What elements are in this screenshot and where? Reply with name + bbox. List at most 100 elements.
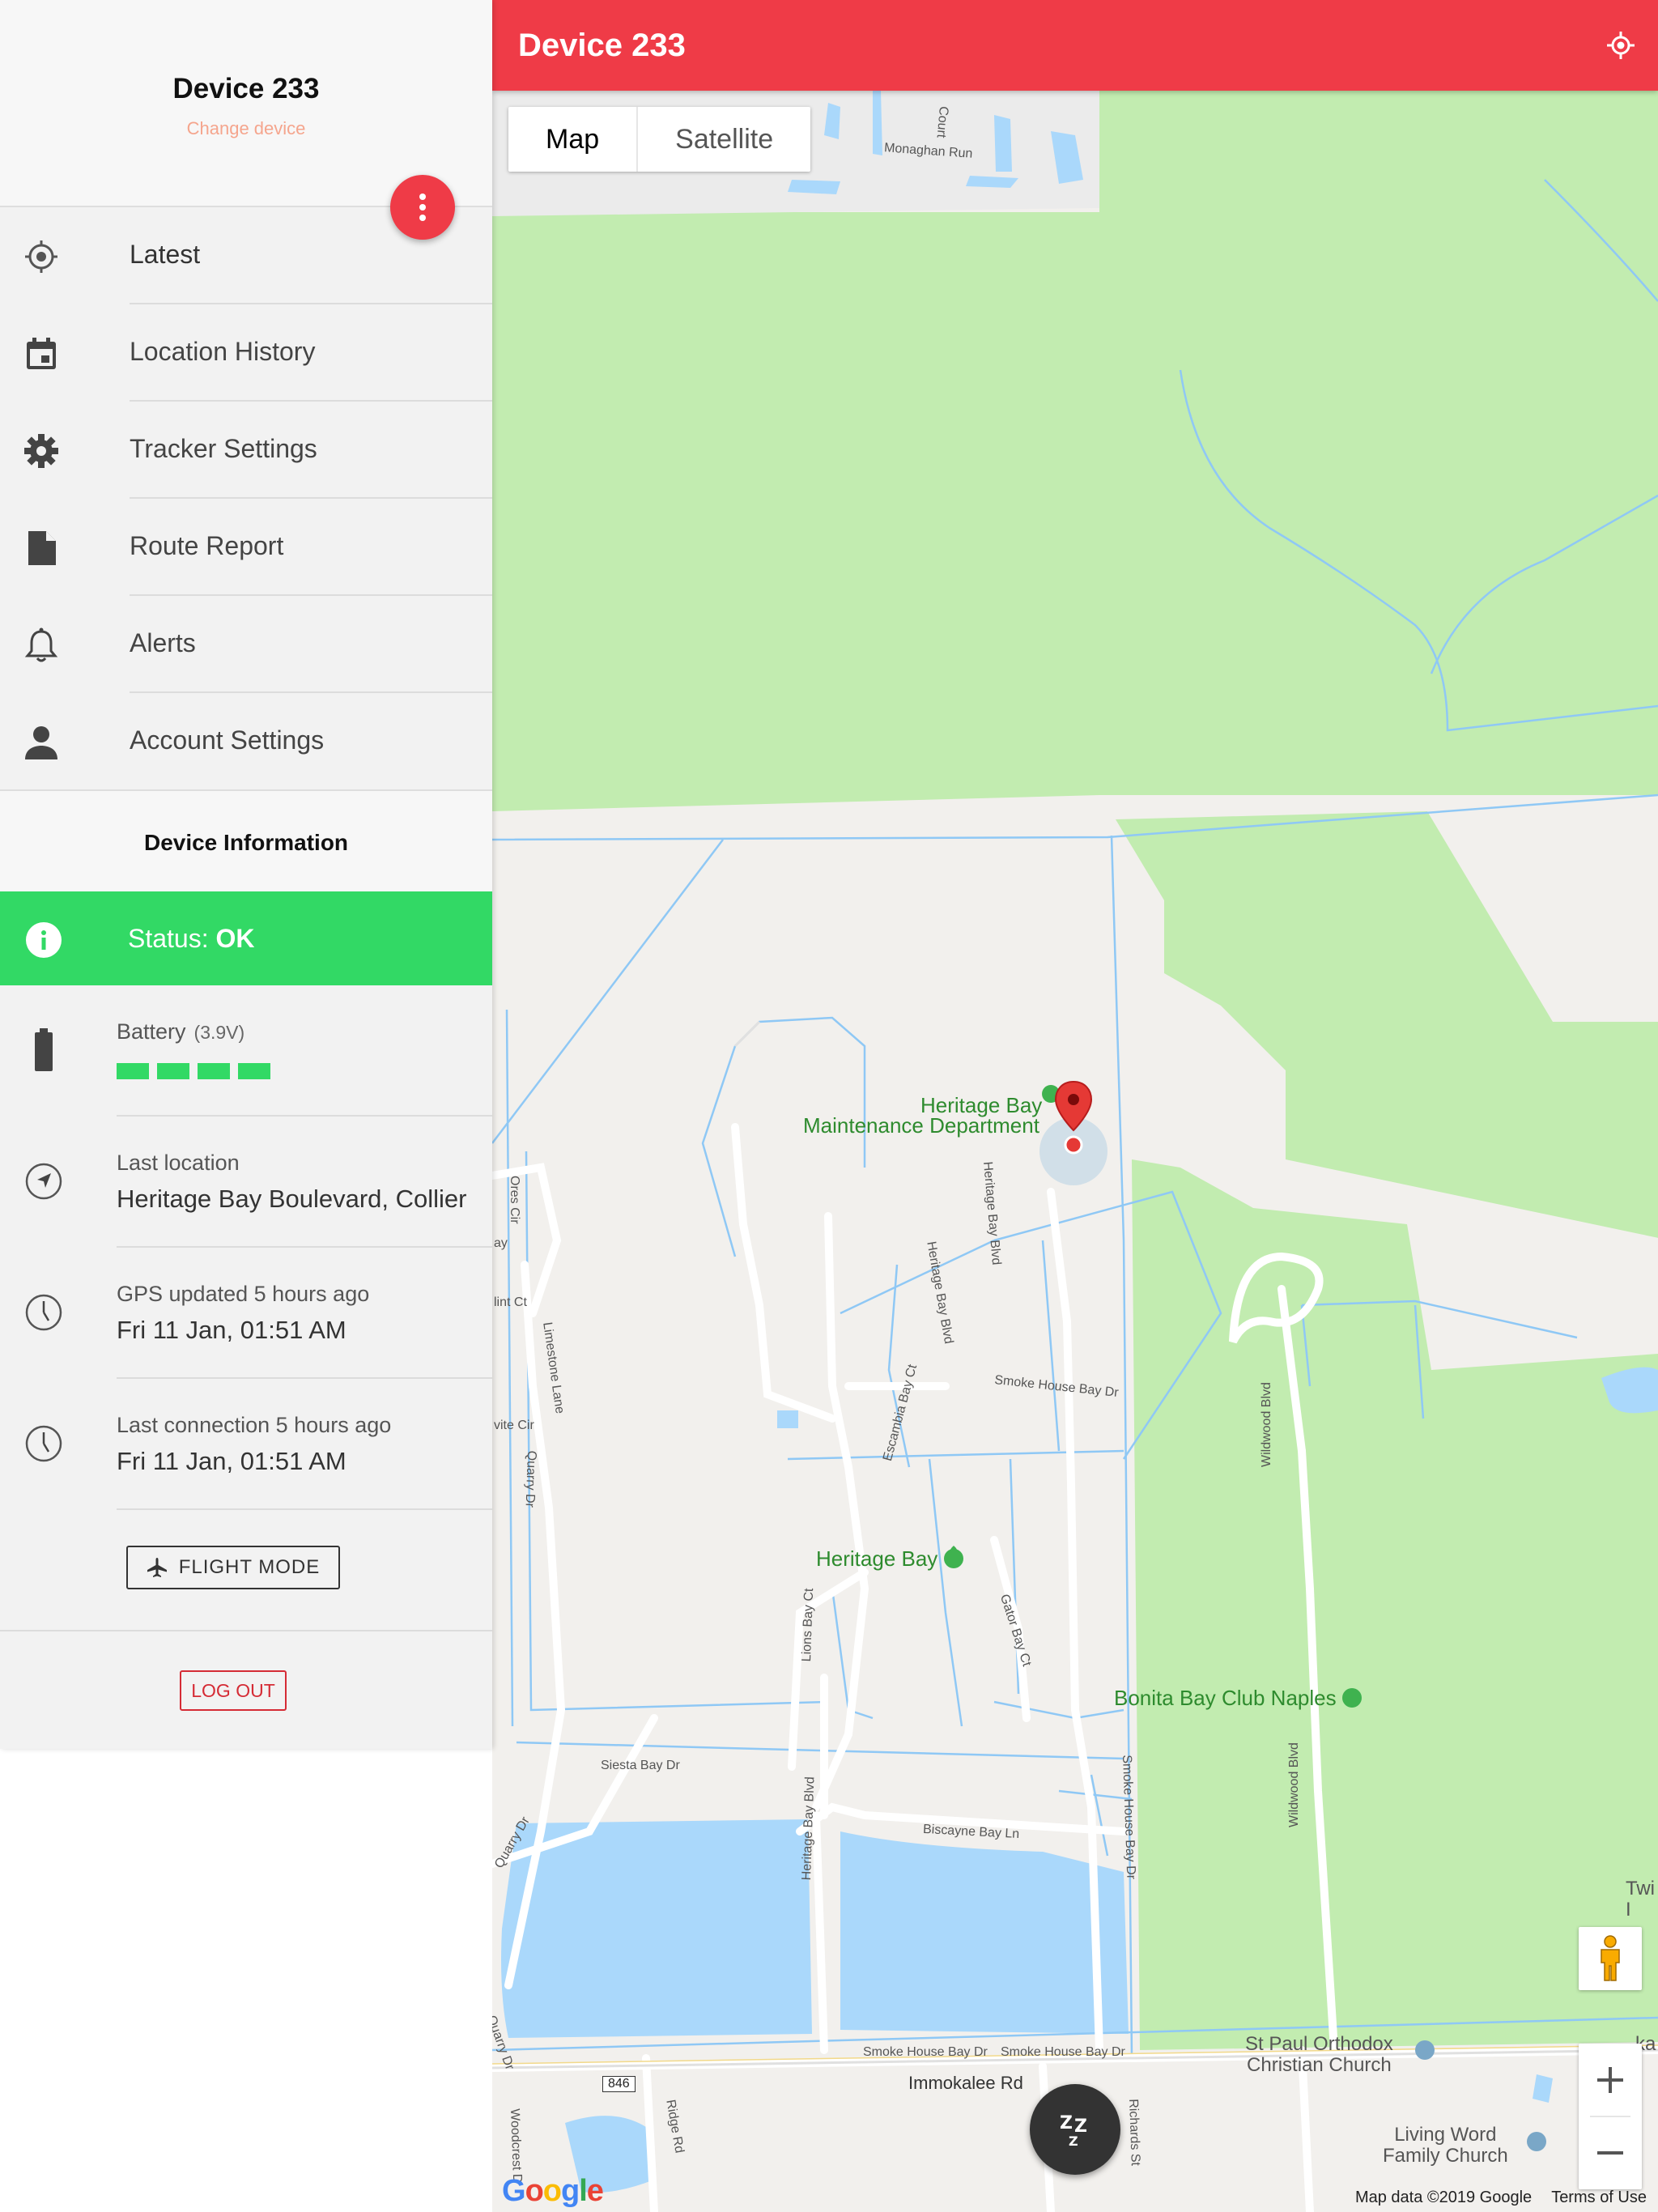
street-label: Smoke House Bay Dr <box>863 2045 988 2059</box>
poi-label-st-paul[interactable]: St Paul Orthodox Christian Church <box>1245 2034 1393 2076</box>
map-attribution: Map data ©2019 Google Terms of Use <box>1336 2189 1647 2207</box>
change-device-link[interactable]: Change device <box>0 118 492 139</box>
device-information-header: Device Information <box>0 789 492 891</box>
more-dot <box>419 204 426 211</box>
menu-item-tracker-settings[interactable]: Tracker Settings <box>0 402 492 499</box>
battery-label: Battery (3.9V) <box>117 1019 244 1044</box>
last-location-label: Last location <box>117 1151 240 1175</box>
street-label: Court <box>933 105 950 138</box>
locate-device-icon[interactable] <box>1606 31 1635 60</box>
last-location-row: Last location Heritage Bay Boulevard, Co… <box>0 1117 492 1248</box>
menu-item-alerts[interactable]: Alerts <box>0 596 492 693</box>
minus-icon <box>1597 2151 1623 2155</box>
street-label: Quarry Dr <box>522 1450 538 1508</box>
airplane-icon <box>147 1558 167 1577</box>
info-divider <box>117 1508 492 1510</box>
battery-voltage: (3.9V) <box>193 1022 245 1043</box>
google-logo: Google <box>502 2174 604 2208</box>
flight-mode-button[interactable]: FLIGHT MODE <box>126 1546 340 1589</box>
battery-bar <box>157 1063 189 1079</box>
person-icon <box>23 724 60 761</box>
status-prefix: Status: <box>128 924 216 953</box>
street-label: Richards St <box>1126 2099 1142 2167</box>
map-type-toggle[interactable]: Map Satellite <box>508 107 811 172</box>
app-bar-title: Device 233 <box>518 28 686 63</box>
navigation-drawer: Device 233 Change device Latest Location… <box>0 0 492 1749</box>
street-label: Woodcrest D <box>508 2108 525 2184</box>
svg-text:Z: Z <box>1060 2113 1073 2133</box>
street-label: Smoke House Bay Dr <box>1001 2045 1125 2059</box>
last-connection-value: Fri 11 Jan, 01:51 AM <box>117 1447 346 1475</box>
poi-text: Christian Church <box>1247 2054 1392 2076</box>
sleep-mode-button[interactable]: ZZZ <box>1030 2084 1120 2175</box>
svg-text:Z: Z <box>1069 2133 1078 2149</box>
logout-button[interactable]: LOG OUT <box>180 1670 287 1711</box>
map-view[interactable]: Map Satellite Monaghan Run Court Ores Ci… <box>492 91 1658 2212</box>
street-label: vite Cir <box>494 1419 534 1432</box>
street-label: Ores Cir <box>508 1176 521 1224</box>
gear-icon <box>23 432 60 470</box>
poi-text: I <box>1626 1899 1631 1921</box>
more-vertical-icon <box>419 194 426 200</box>
zoom-controls <box>1579 2044 1642 2189</box>
poi-label-heritage-bay[interactable]: Heritage Bay <box>816 1548 937 1569</box>
street-label: Wildwood Blvd <box>1287 1742 1301 1827</box>
menu-label-route-report: Route Report <box>130 531 284 560</box>
battery-row: Battery (3.9V) <box>0 985 492 1117</box>
poi-label-living-word[interactable]: Living Word Family Church <box>1383 2125 1508 2167</box>
menu-label-latest: Latest <box>130 240 201 269</box>
document-icon <box>23 530 60 567</box>
last-location-value: Heritage Bay Boulevard, Collier <box>117 1185 466 1213</box>
device-name: Device 233 <box>172 73 320 104</box>
status-text: Status: OK <box>128 924 255 954</box>
zoom-out-button[interactable] <box>1579 2116 1642 2189</box>
map-type-satellite-button[interactable]: Satellite <box>638 107 810 172</box>
menu-label-location-history: Location History <box>130 337 316 366</box>
sleep-zzz-icon: Z ZZ <box>1060 2113 1087 2149</box>
battery-label-text: Battery <box>117 1019 186 1044</box>
device-location-marker-icon[interactable] <box>1054 1080 1093 1159</box>
zoom-in-button[interactable] <box>1579 2044 1642 2116</box>
poi-label-maintenance[interactable]: Maintenance Department <box>803 1115 1039 1136</box>
clock-icon <box>24 1419 63 1468</box>
map-type-map-button[interactable]: Map <box>508 107 639 172</box>
poi-text: St Paul Orthodox <box>1245 2033 1393 2055</box>
street-label: Immokalee Rd <box>908 2073 1023 2093</box>
zoom-divider <box>1590 2116 1630 2117</box>
poi-text: Twi <box>1626 1878 1655 1899</box>
calendar-icon <box>23 335 60 372</box>
gps-updated-value: Fri 11 Jan, 01:51 AM <box>117 1316 346 1344</box>
street-label: ay <box>494 1236 508 1250</box>
battery-bar <box>117 1063 149 1079</box>
street-label: Lions Bay Ct <box>800 1588 817 1662</box>
poi-label-partial: Twi I <box>1626 1878 1655 1921</box>
battery-icon <box>24 1026 63 1074</box>
status-value: OK <box>215 924 255 953</box>
battery-bar <box>198 1063 230 1079</box>
menu-item-location-history[interactable]: Location History <box>0 304 492 402</box>
bell-icon <box>23 627 60 664</box>
battery-level-indicator <box>117 1063 270 1079</box>
target-icon <box>23 238 60 275</box>
menu-item-route-report[interactable]: Route Report <box>0 499 492 596</box>
menu-label-tracker-settings: Tracker Settings <box>130 434 317 463</box>
last-connection-row: Last connection 5 hours ago Fri 11 Jan, … <box>0 1379 492 1510</box>
poi-label-bonita-bay[interactable]: Bonita Bay Club Naples <box>1114 1687 1337 1708</box>
more-dot <box>419 215 426 221</box>
flight-mode-label: FLIGHT MODE <box>178 1556 321 1578</box>
street-view-pegman-icon[interactable] <box>1579 1927 1642 1990</box>
clock-icon <box>24 1288 63 1337</box>
device-information-title: Device Information <box>143 830 349 855</box>
street-label: lint Ct <box>494 1295 527 1309</box>
poi-text: Living Word <box>1394 2124 1497 2146</box>
menu-item-account-settings[interactable]: Account Settings <box>0 693 492 790</box>
attribution-text: Map data ©2019 Google <box>1354 2189 1533 2206</box>
last-connection-label: Last connection 5 hours ago <box>117 1413 392 1437</box>
plus-icon <box>1597 2067 1623 2093</box>
street-label: Wildwood Blvd <box>1260 1382 1273 1467</box>
battery-bar <box>238 1063 270 1079</box>
more-options-button[interactable] <box>390 175 455 240</box>
info-icon <box>26 922 62 958</box>
terms-of-use-link[interactable]: Terms of Use <box>1551 2189 1647 2206</box>
drawer-menu: Latest Location History Tracker Settings… <box>0 207 492 790</box>
